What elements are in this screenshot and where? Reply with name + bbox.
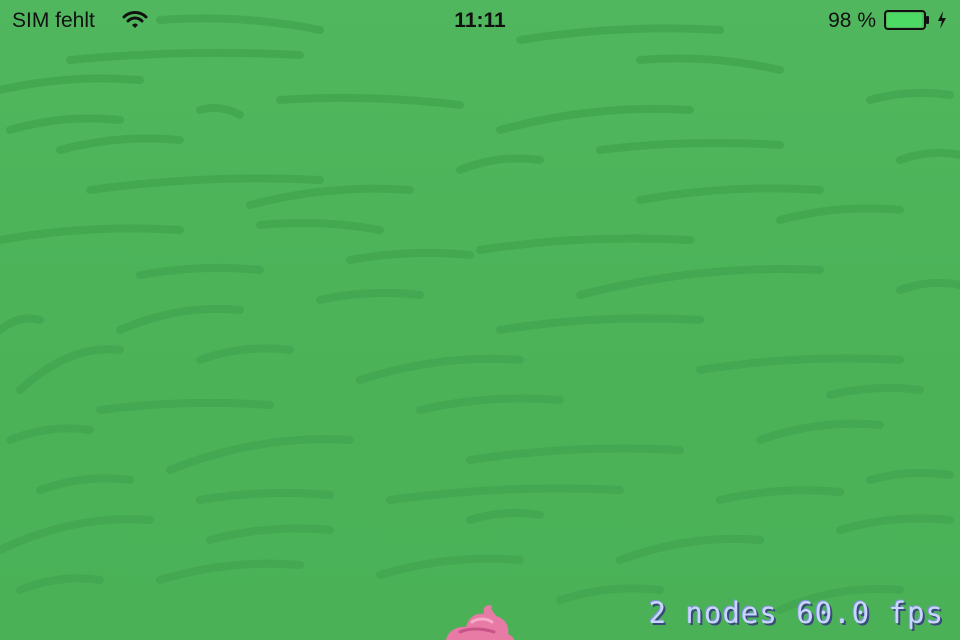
grass-stroke bbox=[96, 398, 274, 414]
grass-stroke bbox=[866, 88, 954, 104]
fps-counter: 60.0 fps bbox=[796, 596, 944, 630]
grass-stroke bbox=[6, 114, 124, 134]
grass-stroke bbox=[196, 488, 334, 504]
grass-stroke bbox=[456, 154, 544, 174]
grass-stroke bbox=[86, 174, 324, 194]
grass-stroke bbox=[66, 48, 304, 64]
grass-stroke bbox=[256, 218, 384, 234]
grass-stroke bbox=[896, 278, 960, 294]
grass-stroke bbox=[496, 314, 704, 334]
grass-stroke bbox=[386, 484, 624, 504]
debug-stats: 2 nodes 60.0 fps bbox=[649, 596, 944, 630]
grass-stroke bbox=[376, 554, 524, 579]
grass-stroke bbox=[476, 234, 694, 254]
grass-stroke bbox=[356, 354, 524, 384]
grass-stroke bbox=[576, 265, 824, 299]
grass-background bbox=[0, 14, 960, 614]
node-count: 2 nodes bbox=[648, 596, 778, 630]
grass-stroke bbox=[0, 74, 144, 94]
grass-stroke bbox=[116, 304, 244, 334]
grass-stroke bbox=[56, 134, 184, 154]
pink-cupcake-sprite[interactable] bbox=[432, 600, 520, 640]
grass-stroke bbox=[466, 508, 544, 524]
game-scene[interactable]: SIM fehlt 11:11 98 % 2 nodes 60.0 fps bbox=[0, 0, 960, 640]
grass-stroke bbox=[596, 138, 784, 154]
grass-stroke bbox=[776, 204, 904, 224]
grass-stroke bbox=[616, 534, 764, 564]
grass-stroke bbox=[196, 344, 294, 364]
grass-stroke bbox=[756, 419, 884, 444]
grass-stroke bbox=[496, 104, 694, 134]
status-bar: SIM fehlt 11:11 98 % bbox=[0, 0, 960, 40]
grass-stroke bbox=[696, 354, 904, 374]
grass-stroke bbox=[6, 424, 94, 444]
grass-stroke bbox=[246, 184, 414, 209]
grass-stroke bbox=[36, 474, 134, 494]
grass-stroke bbox=[276, 93, 464, 109]
grass-stroke bbox=[716, 486, 844, 504]
grass-stroke bbox=[0, 314, 44, 334]
grass-stroke bbox=[166, 435, 354, 474]
grass-stroke bbox=[206, 524, 334, 544]
grass-stroke bbox=[466, 444, 684, 464]
grass-stroke bbox=[16, 574, 104, 594]
grass-stroke bbox=[316, 288, 424, 304]
grass-stroke bbox=[156, 559, 304, 584]
grass-stroke bbox=[346, 248, 474, 264]
grass-stroke bbox=[16, 345, 124, 394]
grass-stroke bbox=[416, 394, 564, 414]
battery-percent: 98 % bbox=[828, 9, 876, 32]
grass-stroke bbox=[866, 468, 954, 484]
battery-icon bbox=[884, 10, 929, 30]
grass-stroke bbox=[0, 515, 154, 554]
grass-stroke bbox=[896, 148, 960, 164]
clock: 11:11 bbox=[454, 9, 506, 32]
grass-stroke bbox=[196, 103, 244, 119]
grass-stroke bbox=[826, 383, 924, 399]
grass-stroke bbox=[136, 263, 264, 279]
grass-stroke bbox=[636, 54, 784, 74]
lightning-bolt-icon bbox=[938, 11, 946, 29]
grass-stroke bbox=[836, 514, 954, 534]
grass-stroke bbox=[0, 224, 184, 244]
grass-stroke bbox=[556, 584, 664, 604]
grass-stroke bbox=[636, 184, 824, 204]
